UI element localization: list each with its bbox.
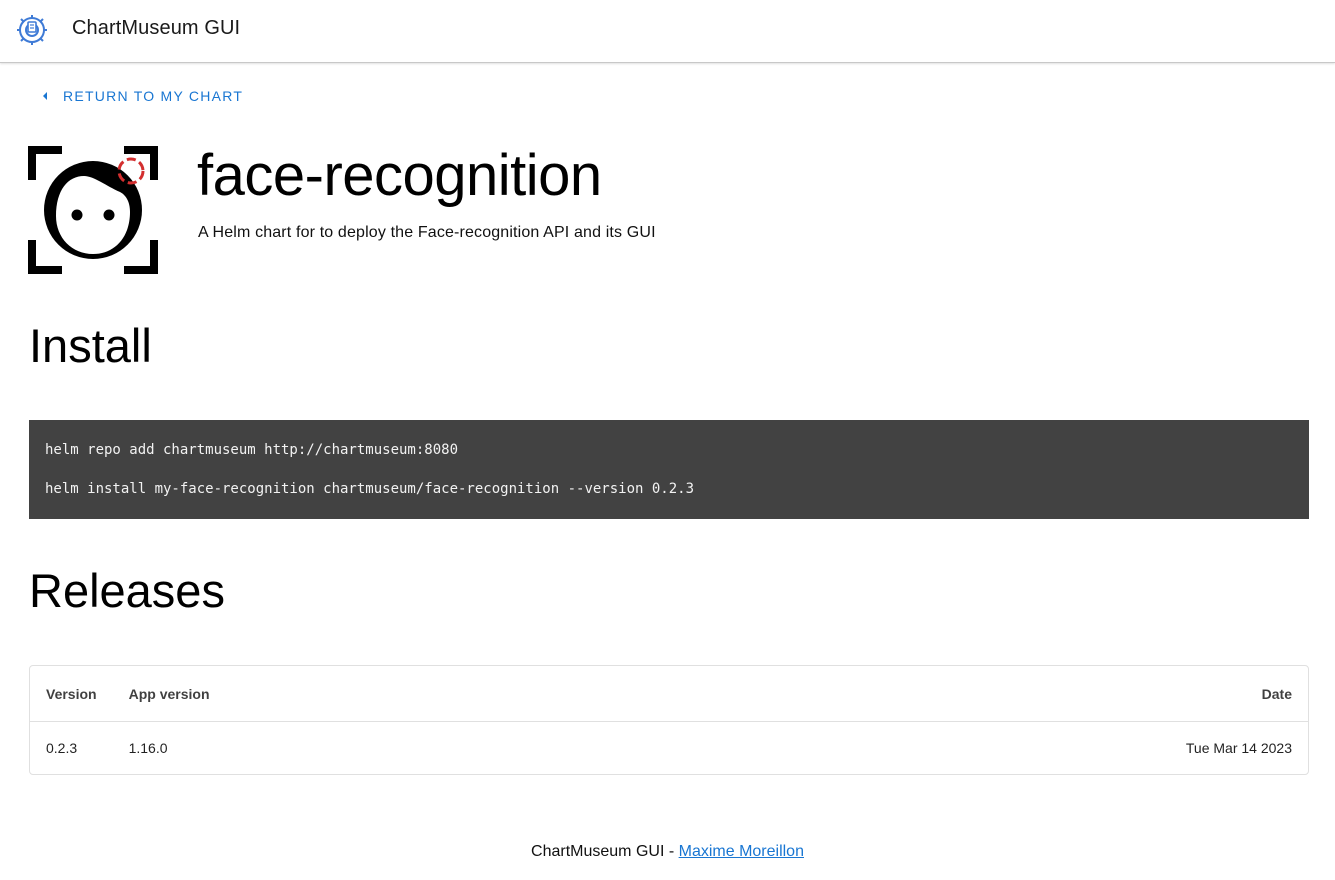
app-title[interactable]: ChartMuseum GUI [72,17,240,40]
releases-heading: Releases [29,564,225,617]
column-header-app-version: App version [112,666,1166,722]
cell-version: 0.2.3 [46,740,78,756]
table-row[interactable]: 0.2.3 1.16.0 Tue Mar 14 2023 [30,722,1308,775]
chart-description: A Helm chart for to deploy the Face-reco… [198,224,656,241]
chevron-left-icon [43,92,47,100]
chartmuseum-logo-icon[interactable] [14,14,50,46]
install-command-helm-install[interactable]: helm install my-face-recognition chartmu… [45,480,1293,498]
cell-app-version: 1.16.0 [128,740,168,756]
return-to-chart-button[interactable]: RETURN TO MY CHART [36,84,243,108]
install-heading: Install [29,319,152,372]
footer-text: ChartMuseum GUI - [531,843,679,860]
install-code-block[interactable]: helm repo add chartmuseum http://chartmu… [29,420,1309,519]
chart-name: face-recognition [197,143,602,208]
face-recognition-icon [28,146,158,274]
app-bar: ChartMuseum GUI [0,0,1335,63]
author-link[interactable]: Maxime Moreillon [679,843,804,860]
column-header-version: Version [30,666,113,722]
cell-date: Tue Mar 14 2023 [1185,740,1292,756]
releases-table: Version App version Date 0.2.3 1.16.0 Tu… [29,665,1309,775]
footer: ChartMuseum GUI - Maxime Moreillon [0,843,1335,861]
install-command-repo-add[interactable]: helm repo add chartmuseum http://chartmu… [45,441,1293,459]
column-header-date: Date [1166,666,1308,722]
table-header-row: Version App version Date [30,666,1308,722]
return-to-chart-label: RETURN TO MY CHART [63,88,244,104]
